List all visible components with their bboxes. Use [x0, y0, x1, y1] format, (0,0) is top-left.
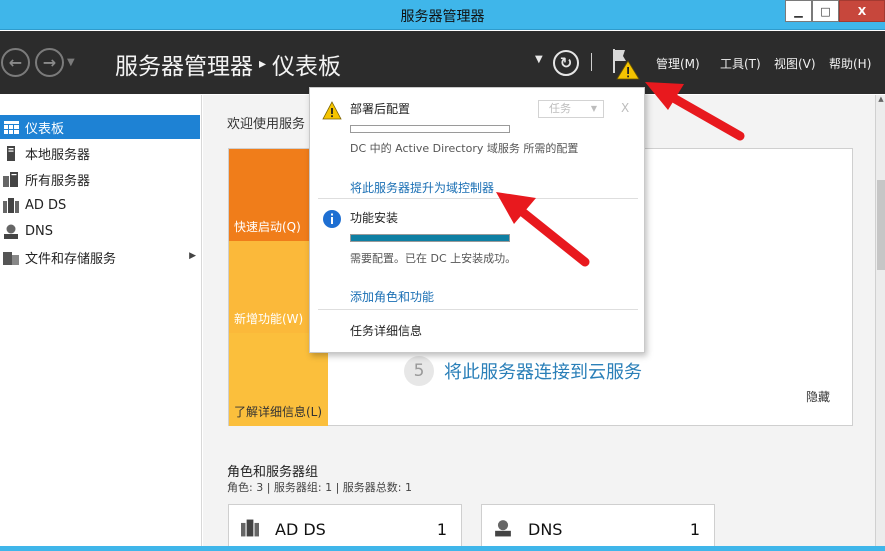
step-number: 5 [404, 356, 434, 386]
notification-panel: 部署后配置 任务 ▼ X DC 中的 Active Directory 域服务 … [309, 87, 645, 353]
chevron-down-icon: ▼ [590, 104, 597, 113]
scroll-thumb[interactable] [877, 180, 885, 270]
connect-cloud-link[interactable]: 将此服务器连接到云服务 [444, 358, 642, 384]
breadcrumb-current: 仪表板 [272, 54, 342, 80]
sidebar-item-label: 所有服务器 [25, 173, 91, 189]
sidebar-item-file-storage[interactable]: 文件和存储服务 ▶ [0, 245, 200, 269]
breadcrumb-root[interactable]: 服务器管理器 [115, 47, 253, 81]
window-controls: ▁ □ X [785, 0, 885, 22]
toolbar-dropdown-icon[interactable]: ▼ [535, 54, 543, 65]
local-server-icon [3, 145, 19, 161]
task-details-link[interactable]: 任务详细信息 [350, 322, 422, 339]
promote-dc-link[interactable]: 将此服务器提升为域控制器 [350, 179, 494, 196]
roles-summary: 角色: 3 | 服务器组: 1 | 服务器总数: 1 [227, 481, 413, 494]
roles-title: 角色和服务器组 [227, 465, 319, 480]
role-name: DNS [528, 520, 563, 539]
scroll-up-icon[interactable]: ▲ [876, 95, 885, 109]
dns-icon [3, 223, 19, 239]
breadcrumb-separator-icon: ▸ [259, 56, 267, 72]
sidebar-item-label: 文件和存储服务 [25, 251, 117, 267]
expand-arrow-icon[interactable]: ▶ [189, 251, 196, 261]
sidebar-item-dns[interactable]: DNS [0, 219, 200, 243]
menu-tools[interactable]: 工具(T) [720, 55, 761, 72]
role-card-ad-ds[interactable]: AD DS 1 [228, 504, 462, 551]
task-label: 任务 [549, 102, 571, 115]
info-icon [323, 210, 341, 228]
toolbar-divider [591, 53, 592, 71]
warning-icon [322, 101, 342, 120]
sidebar-item-dashboard[interactable]: 仪表板 [0, 115, 200, 139]
menu-view[interactable]: 视图(V) [774, 55, 816, 72]
role-count: 1 [436, 520, 447, 539]
sidebar-item-local-server[interactable]: 本地服务器 [0, 141, 200, 165]
feature-install-progress [350, 234, 510, 242]
post-deploy-progress [350, 125, 510, 133]
history-dropdown-icon[interactable]: ▼ [67, 57, 75, 68]
back-button[interactable]: ← [1, 48, 30, 77]
title-bar: 服务器管理器 ▁ □ X [0, 0, 885, 30]
sidebar-item-label: AD DS [25, 197, 67, 213]
post-deploy-description: DC 中的 Active Directory 域服务 所需的配置 [350, 142, 579, 155]
maximize-button[interactable]: □ [812, 0, 839, 22]
file-storage-icon [3, 249, 19, 265]
arrow-left-icon: ← [8, 53, 23, 72]
vertical-scrollbar[interactable]: ▲ [875, 95, 885, 551]
dashboard-icon [3, 119, 19, 135]
sidebar-item-label: DNS [25, 223, 53, 239]
tile-label: 快速启动(Q) [234, 220, 301, 234]
ad-ds-icon [241, 519, 259, 537]
menu-manage[interactable]: 管理(M) [656, 55, 700, 72]
hide-link[interactable]: 隐藏 [806, 388, 830, 405]
tile-label: 了解详细信息(L) [234, 405, 323, 419]
role-card-dns[interactable]: DNS 1 [481, 504, 715, 551]
toolbar: ← → ▼ 服务器管理器 ▸ 仪表板 ▼ ↻ 管理(M) 工具(T) 视图(V)… [0, 31, 885, 94]
role-count: 1 [689, 520, 700, 539]
minimize-button[interactable]: ▁ [785, 0, 812, 22]
sidebar-item-label: 仪表板 [25, 121, 65, 137]
dns-icon [495, 520, 511, 537]
all-servers-icon [3, 171, 19, 187]
close-button[interactable]: X [839, 0, 885, 22]
bottom-bar [0, 546, 885, 551]
refresh-icon: ↻ [559, 54, 573, 72]
sidebar: 仪表板 本地服务器 所有服务器 AD DS DNS 文件和存储服务 ▶ [0, 95, 202, 551]
add-roles-link[interactable]: 添加角色和功能 [350, 288, 434, 305]
divider [318, 198, 638, 199]
arrow-right-icon: → [42, 53, 57, 72]
ad-ds-icon [3, 197, 19, 213]
window-title: 服务器管理器 [400, 9, 485, 25]
feature-install-description: 需要配置。已在 DC 上安装成功。 [350, 252, 517, 265]
menu-help[interactable]: 帮助(H) [829, 55, 871, 72]
sidebar-item-ad-ds[interactable]: AD DS [0, 193, 200, 217]
welcome-title: 欢迎使用服务 [227, 117, 306, 132]
refresh-button[interactable]: ↻ [553, 50, 579, 76]
forward-button[interactable]: → [35, 48, 64, 77]
sidebar-item-all-servers[interactable]: 所有服务器 [0, 167, 200, 191]
breadcrumb: 服务器管理器 ▸ 仪表板 [115, 47, 341, 81]
post-deploy-title: 部署后配置 [350, 102, 411, 116]
cloud-step: 5 将此服务器连接到云服务 [404, 356, 642, 386]
notifications-flag-button[interactable] [610, 47, 640, 81]
feature-install-title: 功能安装 [350, 211, 399, 225]
task-dropdown[interactable]: 任务 ▼ [538, 100, 604, 118]
tile-label: 新增功能(W) [234, 312, 304, 326]
divider [318, 309, 638, 310]
role-name: AD DS [275, 520, 326, 539]
sidebar-item-label: 本地服务器 [25, 147, 91, 163]
close-notification-button[interactable]: X [621, 101, 629, 115]
